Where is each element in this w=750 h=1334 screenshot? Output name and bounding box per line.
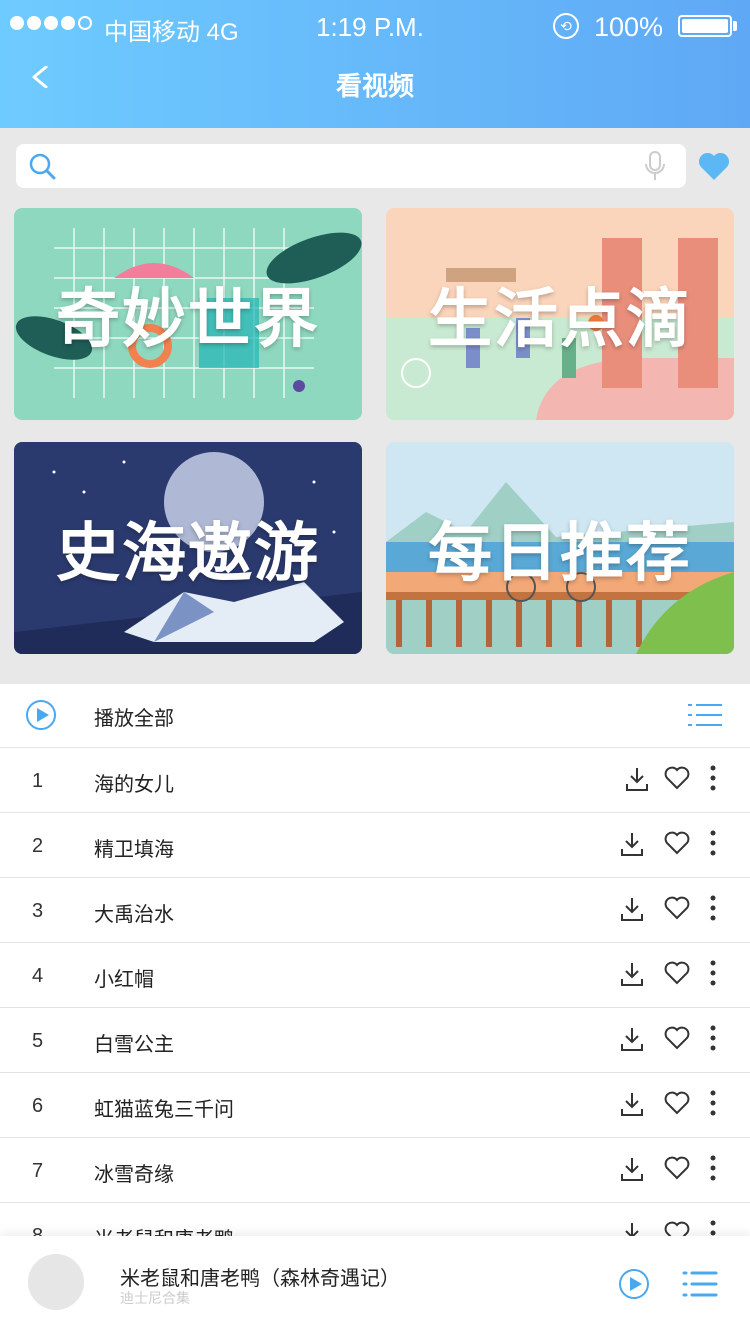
header: 中国移动 4G 1:19 P.M. ⟲ 100% 看视频 xyxy=(0,0,750,128)
card-label: 史海遨游 xyxy=(56,517,320,589)
item-title: 大禹治水 xyxy=(94,904,174,926)
item-number: 1 xyxy=(32,770,44,792)
item-title: 海的女儿 xyxy=(94,774,174,796)
category-card[interactable]: 每日推荐 xyxy=(386,442,734,654)
item-number: 5 xyxy=(32,1030,44,1052)
item-title: 白雪公主 xyxy=(94,1034,174,1056)
item-number: 6 xyxy=(32,1095,44,1117)
play-all-label: 播放全部 xyxy=(94,708,174,730)
more-options-icon[interactable] xyxy=(708,764,718,792)
list-item[interactable]: 2 精卫填海 xyxy=(0,813,750,878)
mini-player[interactable]: 米老鼠和唐老鸭（森林奇遇记） 迪士尼合集 xyxy=(0,1236,750,1334)
card-label: 奇妙世界 xyxy=(56,283,320,355)
item-number: 3 xyxy=(32,900,44,922)
item-title: 精卫填海 xyxy=(94,839,174,861)
download-icon[interactable] xyxy=(620,961,644,987)
heart-icon[interactable] xyxy=(664,1156,690,1180)
download-icon[interactable] xyxy=(620,1026,644,1052)
signal-dots-icon xyxy=(10,16,92,30)
rotation-lock-icon: ⟲ xyxy=(553,13,579,39)
heart-icon[interactable] xyxy=(664,831,690,855)
download-icon[interactable] xyxy=(620,1091,644,1117)
more-options-icon[interactable] xyxy=(708,1154,718,1182)
download-icon[interactable] xyxy=(620,1156,644,1182)
search-bar[interactable] xyxy=(16,144,686,188)
more-options-icon[interactable] xyxy=(708,829,718,857)
download-icon[interactable] xyxy=(620,896,644,922)
play-all-row[interactable]: 播放全部 xyxy=(0,684,750,748)
album-art[interactable] xyxy=(28,1254,84,1310)
play-circle-icon[interactable] xyxy=(25,699,57,731)
carrier-label: 中国移动 4G xyxy=(104,19,239,46)
more-options-icon[interactable] xyxy=(708,959,718,987)
more-options-icon[interactable] xyxy=(708,1089,718,1117)
item-title: 虹猫蓝兔三千问 xyxy=(94,1099,234,1121)
category-card[interactable]: 史海遨游 xyxy=(14,442,362,654)
status-bar: 中国移动 4G 1:19 P.M. ⟲ 100% xyxy=(0,0,750,54)
item-title: 冰雪奇缘 xyxy=(94,1164,174,1186)
item-number: 7 xyxy=(32,1160,44,1182)
list-item[interactable]: 4 小红帽 xyxy=(0,943,750,1008)
now-playing-title: 米老鼠和唐老鸭（森林奇遇记） xyxy=(120,1268,400,1290)
heart-icon[interactable] xyxy=(664,896,690,920)
heart-icon[interactable] xyxy=(664,1026,690,1050)
list-item[interactable]: 7 冰雪奇缘 xyxy=(0,1138,750,1203)
card-label: 每日推荐 xyxy=(428,517,692,589)
battery-icon xyxy=(678,15,732,37)
search-icon xyxy=(29,153,56,180)
card-label: 生活点滴 xyxy=(428,283,692,355)
list-item[interactable]: 3 大禹治水 xyxy=(0,878,750,943)
battery-percent: 100% xyxy=(594,12,664,42)
list-item[interactable]: 6 虹猫蓝兔三千问 xyxy=(0,1073,750,1138)
item-number: 4 xyxy=(32,965,44,987)
category-card[interactable]: 生活点滴 xyxy=(386,208,734,420)
category-card[interactable]: 奇妙世界 xyxy=(14,208,362,420)
heart-icon[interactable] xyxy=(664,766,690,790)
playlist-icon[interactable] xyxy=(688,702,722,728)
heart-icon[interactable] xyxy=(664,961,690,985)
list-item[interactable]: 1 海的女儿 xyxy=(0,748,750,813)
item-number: 2 xyxy=(32,835,44,857)
now-playing-subtitle: 迪士尼合集 xyxy=(120,1290,190,1306)
list-item[interactable]: 5 白雪公主 xyxy=(0,1008,750,1073)
playlist-icon[interactable] xyxy=(682,1270,718,1298)
heart-icon[interactable] xyxy=(664,1091,690,1115)
favorite-heart-icon[interactable] xyxy=(697,150,731,182)
more-options-icon[interactable] xyxy=(708,1024,718,1052)
page-title: 看视频 xyxy=(335,71,414,101)
status-time: 1:19 P.M. xyxy=(316,12,424,42)
more-options-icon[interactable] xyxy=(708,894,718,922)
download-icon[interactable] xyxy=(620,831,644,857)
play-circle-icon[interactable] xyxy=(618,1268,650,1300)
download-icon[interactable] xyxy=(625,766,649,792)
item-title: 小红帽 xyxy=(94,969,154,991)
microphone-icon[interactable] xyxy=(644,150,666,182)
